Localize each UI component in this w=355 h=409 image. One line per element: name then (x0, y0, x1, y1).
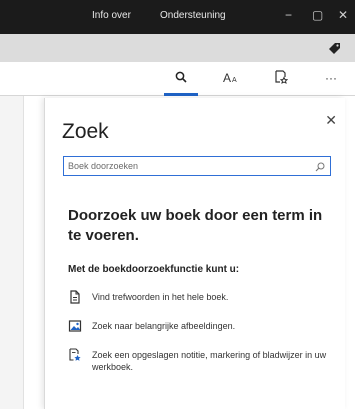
image-icon (68, 319, 82, 333)
search-tool-button[interactable] (164, 66, 198, 96)
search-icon (175, 71, 187, 86)
font-size-icon: A A (223, 71, 239, 86)
close-panel-button[interactable]: ✕ (325, 112, 337, 129)
maximize-button[interactable]: ▢ (312, 8, 323, 22)
book-search-box (63, 156, 331, 176)
book-search-input[interactable] (64, 157, 304, 175)
minimize-button[interactable]: − (285, 8, 292, 22)
note-star-icon (68, 348, 82, 362)
close-window-button[interactable]: ✕ (338, 8, 348, 22)
panel-title: Zoek (62, 120, 109, 143)
search-icon[interactable] (314, 160, 326, 172)
page-edge (0, 96, 24, 409)
document-icon (68, 290, 82, 304)
menu-support[interactable]: Ondersteuning (160, 10, 226, 21)
search-panel: Zoek ✕ Doorzoek uw boek door een term in… (44, 98, 345, 409)
bookmark-icon (274, 69, 289, 87)
feature-text: Zoek een opgeslagen notitie, markering o… (92, 350, 327, 372)
reader-toolbar: A A ··· (0, 62, 355, 96)
svg-text:A: A (223, 71, 231, 83)
menu-info[interactable]: Info over (92, 10, 131, 21)
feature-text: Vind trefwoorden in het hele boek. (92, 292, 229, 302)
more-options-button[interactable]: ··· (316, 66, 346, 90)
tag-icon[interactable] (329, 41, 341, 54)
title-bar: Info over Ondersteuning − ▢ ✕ (0, 0, 355, 34)
feature-text: Zoek naar belangrijke afbeeldingen. (92, 321, 236, 331)
search-intro: Met de boekdoorzoekfunctie kunt u: (68, 264, 240, 275)
font-size-button[interactable]: A A (216, 66, 246, 90)
secondary-bar (0, 34, 355, 62)
svg-text:A: A (232, 77, 237, 83)
bookmark-button[interactable] (266, 66, 296, 90)
search-headline: Doorzoek uw boek door een term in te voe… (68, 207, 323, 244)
